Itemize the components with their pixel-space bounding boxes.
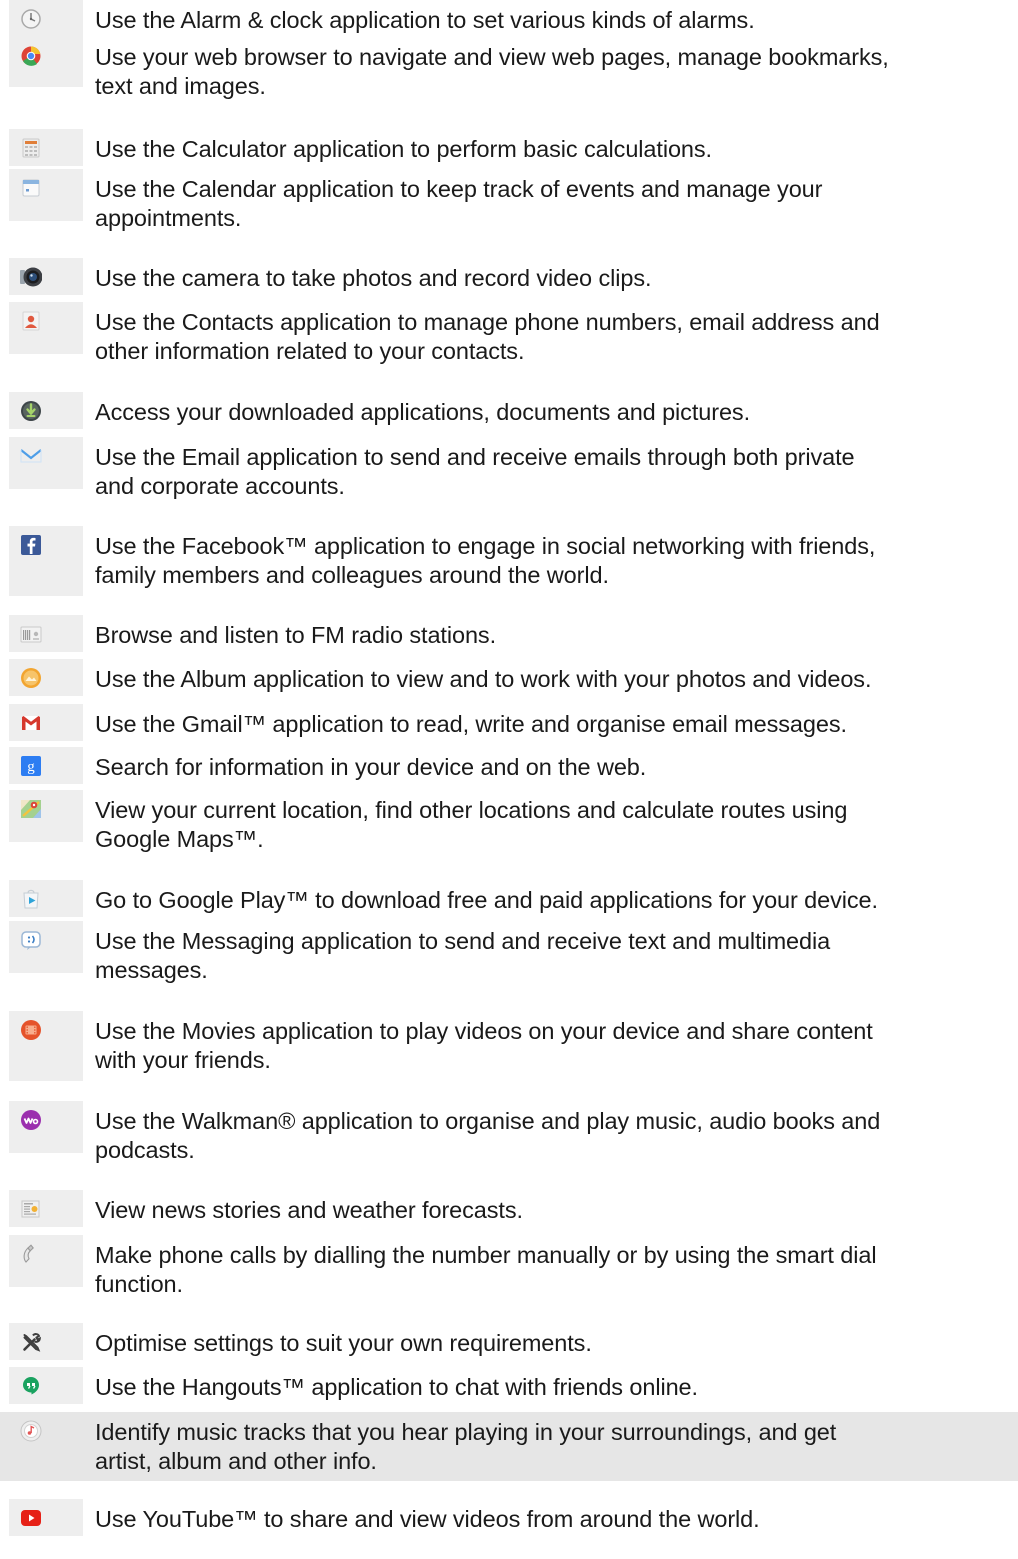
app-description: Make phone calls by dialling the number … bbox=[95, 1242, 877, 1297]
app-description: Use the Email application to send and re… bbox=[95, 444, 855, 499]
icon-cell bbox=[9, 1499, 83, 1536]
hangouts-icon bbox=[23, 1377, 39, 1395]
app-list-item: Use the Album application to view and to… bbox=[0, 659, 1018, 696]
app-description: Search for information in your device an… bbox=[95, 754, 647, 780]
icon-cell bbox=[9, 704, 83, 741]
app-description: Use the Walkman® application to organise… bbox=[95, 1108, 881, 1163]
app-description: Use the Messaging application to send an… bbox=[95, 928, 831, 983]
app-list-item: View news stories and weather forecasts. bbox=[0, 1190, 1018, 1227]
app-list-item: Browse and listen to FM radio stations. bbox=[0, 615, 1018, 652]
contacts-icon bbox=[22, 311, 40, 331]
app-description: Use the Alarm & clock application to set… bbox=[95, 7, 755, 33]
app-list-item: Use the Alarm & clock application to set… bbox=[0, 0, 1018, 37]
app-list-item: Use the Contacts application to manage p… bbox=[0, 302, 1018, 364]
app-list-item: Use the Facebook™ application to engage … bbox=[0, 526, 1018, 596]
icon-cell bbox=[9, 921, 83, 973]
app-list-item: Use the Gmail™ application to read, writ… bbox=[0, 704, 1018, 741]
messaging-icon bbox=[21, 931, 41, 950]
app-description: Identify music tracks that you hear play… bbox=[95, 1419, 837, 1474]
app-description: Use the Hangouts™ application to chat wi… bbox=[95, 1374, 698, 1400]
icon-cell bbox=[9, 790, 83, 842]
app-list-item: Go to Google Play™ to download free and … bbox=[0, 880, 1018, 917]
icon-cell bbox=[9, 615, 83, 652]
icon-cell bbox=[9, 1367, 83, 1404]
icon-cell bbox=[9, 1412, 83, 1481]
google-maps-icon bbox=[21, 800, 41, 818]
app-list-item: View your current location, find other l… bbox=[0, 790, 1018, 852]
icon-cell bbox=[9, 526, 83, 596]
app-list-item: Use the Messaging application to send an… bbox=[0, 921, 1018, 983]
app-list-item: Use YouTube™ to share and view videos fr… bbox=[0, 1499, 1018, 1536]
fm-radio-icon bbox=[20, 626, 42, 643]
app-list-item: Use your web browser to navigate and vie… bbox=[0, 37, 1018, 99]
facebook-icon bbox=[21, 535, 41, 555]
app-description: Use the camera to take photos and record… bbox=[95, 265, 652, 291]
icon-cell bbox=[9, 37, 83, 87]
app-description: Optimise settings to suit your own requi… bbox=[95, 1330, 592, 1356]
app-list-item: Use the Walkman® application to organise… bbox=[0, 1101, 1018, 1163]
app-description: View news stories and weather forecasts. bbox=[95, 1197, 523, 1223]
alarm-clock-icon bbox=[21, 9, 41, 29]
svg-text:g: g bbox=[27, 759, 35, 775]
web-browser-icon bbox=[21, 46, 41, 66]
youtube-icon bbox=[21, 1510, 41, 1526]
app-description: Use the Calendar application to keep tra… bbox=[95, 176, 823, 231]
icon-cell: g bbox=[9, 747, 83, 784]
phone-icon bbox=[23, 1244, 34, 1263]
download-icon bbox=[21, 401, 41, 421]
icon-cell bbox=[9, 1323, 83, 1360]
icon-cell bbox=[9, 880, 83, 917]
icon-cell bbox=[9, 302, 83, 354]
app-list-item: Make phone calls by dialling the number … bbox=[0, 1235, 1018, 1297]
news-weather-icon bbox=[21, 1200, 40, 1218]
icon-cell bbox=[9, 1011, 83, 1081]
walkman-icon bbox=[21, 1110, 41, 1130]
icon-cell bbox=[9, 0, 83, 37]
app-description: Use the Contacts application to manage p… bbox=[95, 309, 880, 364]
google-search-icon: g bbox=[21, 756, 41, 776]
app-list-item: g Search for information in your device a… bbox=[0, 747, 1018, 784]
app-description: Access your downloaded applications, doc… bbox=[95, 399, 750, 425]
app-description: Use the Movies application to play video… bbox=[95, 1018, 873, 1073]
icon-cell bbox=[9, 1190, 83, 1227]
trackid-icon bbox=[20, 1420, 42, 1442]
app-description: Use the Facebook™ application to engage … bbox=[95, 533, 876, 588]
icon-cell bbox=[9, 169, 83, 221]
app-list-item: Use the Calculator application to perfor… bbox=[0, 129, 1018, 166]
app-list-item: Use the Email application to send and re… bbox=[0, 437, 1018, 499]
icon-cell bbox=[9, 392, 83, 429]
calculator-icon bbox=[22, 138, 40, 158]
app-description: Go to Google Play™ to download free and … bbox=[95, 887, 878, 913]
app-description: View your current location, find other l… bbox=[95, 797, 848, 852]
settings-icon bbox=[23, 1333, 41, 1352]
google-play-icon bbox=[23, 889, 39, 909]
movies-icon bbox=[21, 1020, 41, 1040]
icon-cell bbox=[9, 258, 83, 295]
camera-icon bbox=[20, 267, 42, 287]
app-description: Use your web browser to navigate and vie… bbox=[95, 44, 889, 99]
icon-cell bbox=[9, 1101, 83, 1153]
album-icon bbox=[21, 668, 41, 688]
app-description: Use the Album application to view and to… bbox=[95, 666, 872, 692]
app-description: Use the Calculator application to perfor… bbox=[95, 136, 712, 162]
app-list-item: Use the camera to take photos and record… bbox=[0, 258, 1018, 295]
email-icon bbox=[20, 449, 42, 463]
app-list-item: Use the Movies application to play video… bbox=[0, 1011, 1018, 1081]
app-description: Browse and listen to FM radio stations. bbox=[95, 622, 497, 648]
app-list-item: Identify music tracks that you hear play… bbox=[0, 1412, 1018, 1481]
gmail-icon bbox=[22, 716, 40, 730]
icon-cell bbox=[9, 1235, 83, 1287]
app-list-item: Optimise settings to suit your own requi… bbox=[0, 1323, 1018, 1360]
calendar-icon bbox=[22, 179, 40, 197]
icon-cell bbox=[9, 659, 83, 696]
icon-cell bbox=[9, 437, 83, 489]
app-list-item: Access your downloaded applications, doc… bbox=[0, 392, 1018, 429]
app-list-item: Use the Hangouts™ application to chat wi… bbox=[0, 1367, 1018, 1404]
icon-cell bbox=[9, 129, 83, 166]
app-description: Use the Gmail™ application to read, writ… bbox=[95, 711, 847, 737]
app-description: Use YouTube™ to share and view videos fr… bbox=[95, 1506, 760, 1532]
app-list-item: Use the Calendar application to keep tra… bbox=[0, 169, 1018, 231]
